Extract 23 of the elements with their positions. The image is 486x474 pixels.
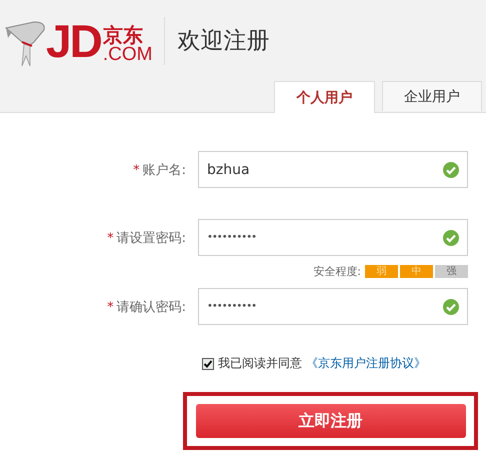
strength-segment: 中 — [400, 264, 433, 278]
user-type-tab[interactable]: 个人用户 — [274, 81, 375, 113]
logo-domain: .COM — [102, 44, 152, 64]
check-icon — [443, 298, 459, 314]
input-field[interactable]: •••••••••• — [198, 219, 468, 256]
input-field[interactable]: bzhua — [198, 151, 468, 188]
agreement-text: 我已阅读并同意 — [218, 355, 302, 372]
check-icon — [443, 230, 459, 246]
field-label: * 请确认密码: — [106, 298, 186, 316]
strength-segment: 弱 — [365, 264, 398, 278]
check-icon — [443, 162, 459, 178]
page-title: 欢迎注册 — [177, 27, 270, 56]
agreement-link[interactable]: 《京东用户注册协议》 — [306, 355, 426, 372]
logo-text: 京东 — [102, 24, 144, 44]
register-button[interactable]: 立即注册 — [196, 404, 466, 438]
field-label: * 请设置密码: — [106, 230, 186, 246]
strength-segment: 强 — [435, 264, 468, 278]
logo-mark: JD — [46, 18, 101, 64]
agree-checkbox[interactable] — [202, 358, 214, 370]
input-field[interactable]: •••••••••• — [198, 288, 468, 325]
field-label: * 账户名: — [132, 162, 186, 178]
user-type-tab[interactable]: 企业用户 — [382, 81, 482, 111]
strength-label: 安全程度: — [313, 264, 361, 278]
